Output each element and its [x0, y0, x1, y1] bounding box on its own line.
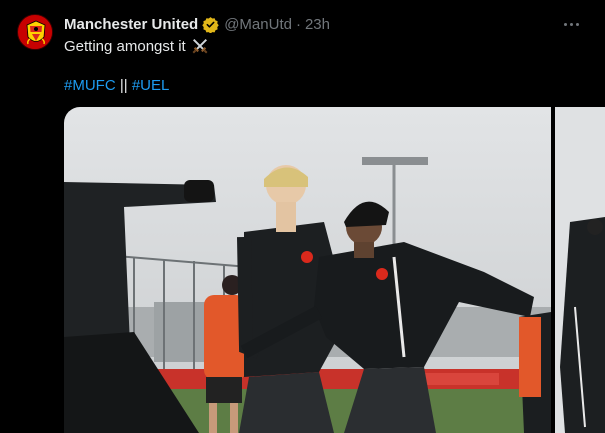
hashtag-separator: || — [119, 77, 128, 94]
author-handle[interactable]: @ManUtd — [224, 16, 292, 33]
tweet-text: Getting amongst it — [64, 37, 209, 55]
timestamp[interactable]: 23h — [305, 16, 330, 33]
author-avatar[interactable] — [17, 14, 53, 50]
verified-badge-icon[interactable] — [202, 16, 219, 33]
author-name[interactable]: Manchester United — [64, 16, 198, 33]
training-photo-second[interactable] — [555, 107, 605, 433]
hashtag-link[interactable]: #UEL — [132, 77, 170, 94]
tweet-media[interactable] — [64, 107, 605, 433]
more-options-icon[interactable] — [559, 14, 583, 34]
hashtags-line: #MUFC || #UEL — [64, 77, 169, 94]
club-crest-logo — [19, 16, 52, 49]
meta-separator: · — [295, 15, 301, 33]
hashtag-link[interactable]: #MUFC — [64, 77, 116, 94]
crossed-swords-emoji — [191, 37, 209, 55]
tweet-header: Manchester United @ManUtd · 23h — [64, 14, 330, 34]
training-photo[interactable] — [64, 107, 551, 433]
tweet-text-content: Getting amongst it — [64, 37, 186, 55]
